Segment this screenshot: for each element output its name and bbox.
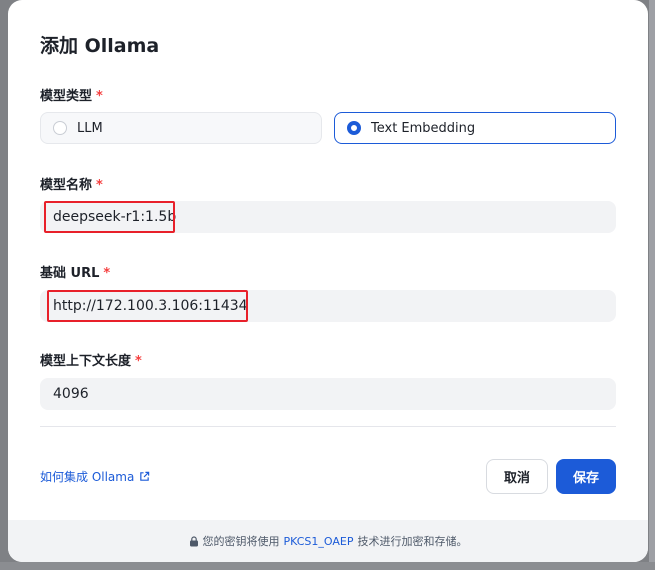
model-name-label: 模型名称 * [40, 178, 103, 193]
lock-icon [189, 535, 199, 547]
how-to-integrate-ollama-link[interactable]: 如何集成 Ollama [40, 468, 150, 485]
context-length-label: 模型上下文长度 * [40, 354, 142, 369]
save-button[interactable]: 保存 [556, 459, 616, 494]
cancel-button[interactable]: 取消 [486, 459, 548, 494]
background-page-bottom [0, 562, 655, 570]
base-url-label: 基础 URL * [40, 266, 111, 281]
encryption-algorithm: PKCS1_OAEP [283, 534, 354, 548]
background-page-edge [649, 0, 655, 570]
context-length-input[interactable]: 4096 [40, 378, 616, 410]
encryption-notice: 您的密钥将使用 PKCS1_OAEP 技术进行加密和存储。 [8, 520, 648, 562]
required-mark: * [96, 89, 103, 104]
dialog-title: 添加 Ollama [40, 35, 160, 57]
divider [40, 426, 616, 427]
option-label: Text Embedding [371, 120, 476, 136]
model-type-option-text-embedding[interactable]: Text Embedding [334, 112, 616, 144]
add-ollama-dialog: 添加 Ollama 模型类型 * LLM Text Embedding 模型名称 *… [8, 0, 648, 562]
option-label: LLM [77, 120, 103, 136]
external-link-icon [140, 471, 150, 481]
model-type-option-llm[interactable]: LLM [40, 112, 322, 144]
radio-unchecked-icon[interactable] [53, 121, 67, 135]
base-url-input[interactable]: http://172.100.3.106:11434 [40, 290, 616, 322]
required-mark: * [135, 354, 142, 369]
model-name-input[interactable]: deepseek-r1:1.5b [40, 201, 616, 233]
model-type-label: 模型类型 * [40, 89, 103, 104]
required-mark: * [103, 266, 111, 281]
radio-checked-icon[interactable] [347, 121, 361, 135]
required-mark: * [96, 178, 103, 193]
